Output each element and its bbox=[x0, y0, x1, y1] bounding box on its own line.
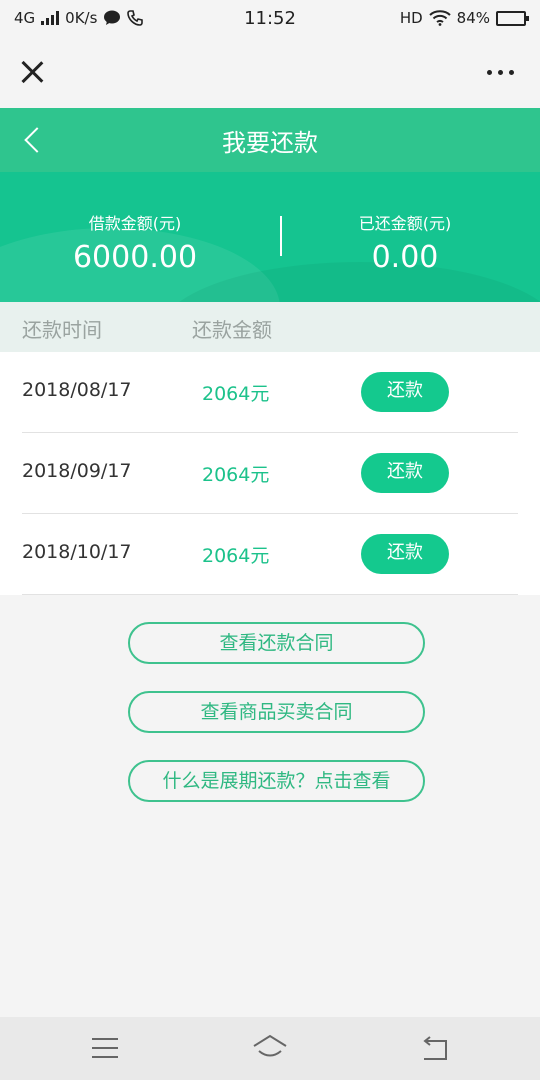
phone-icon bbox=[127, 10, 144, 26]
system-back-icon[interactable] bbox=[420, 1035, 450, 1063]
repayment-date: 2018/08/17 bbox=[22, 379, 132, 401]
repayment-schedule: 2018/08/17 2064元 还款 2018/09/17 2064元 还款 … bbox=[0, 352, 540, 595]
status-left: 4G 0K/s bbox=[14, 9, 144, 27]
row-divider bbox=[22, 594, 518, 595]
close-icon[interactable] bbox=[18, 58, 46, 86]
repay-button[interactable]: 还款 bbox=[361, 372, 449, 412]
system-nav-bar bbox=[0, 1017, 540, 1080]
repayment-date: 2018/09/17 bbox=[22, 460, 132, 482]
battery-icon bbox=[496, 10, 529, 26]
schedule-header: 还款时间 还款金额 bbox=[0, 302, 540, 352]
status-right: HD 84% bbox=[399, 9, 529, 27]
home-icon[interactable] bbox=[252, 1033, 288, 1063]
view-sale-contract-button[interactable]: 查看商品买卖合同 bbox=[128, 691, 425, 733]
repayment-amount: 2064元 bbox=[202, 383, 270, 405]
back-arrow-icon[interactable] bbox=[20, 126, 44, 154]
loan-amount-value: 6000.00 bbox=[72, 240, 198, 275]
loan-amount-label: 借款金额(元) bbox=[88, 214, 182, 233]
repayment-amount: 2064元 bbox=[202, 464, 270, 486]
hd-indicator: HD bbox=[399, 9, 423, 27]
webview-bar bbox=[0, 36, 540, 108]
message-icon bbox=[104, 10, 121, 25]
header-repayment-date: 还款时间 bbox=[22, 318, 102, 342]
menu-icon[interactable] bbox=[92, 1038, 118, 1058]
repaid-amount-label: 已还金额(元) bbox=[358, 214, 452, 233]
more-options-icon[interactable] bbox=[479, 62, 522, 83]
table-row: 2018/08/17 2064元 还款 bbox=[0, 352, 540, 433]
repaid-amount-value: 0.00 bbox=[371, 240, 439, 275]
network-type: 4G bbox=[14, 9, 36, 27]
page-title: 我要还款 bbox=[222, 128, 318, 157]
wifi-icon bbox=[428, 10, 451, 26]
header-repayment-amount: 还款金额 bbox=[192, 318, 272, 342]
table-row: 2018/10/17 2064元 还款 bbox=[0, 514, 540, 595]
repaid-amount-block: 已还金额(元) 0.00 bbox=[270, 210, 540, 275]
nav-bar: 我要还款 bbox=[0, 108, 540, 172]
status-bar: 4G 0K/s 11:52 HD 84% bbox=[0, 0, 540, 36]
loan-summary: 借款金额(元) 6000.00 已还金额(元) 0.00 bbox=[0, 172, 540, 302]
extension-info-button[interactable]: 什么是展期还款？点击查看 bbox=[128, 760, 425, 802]
battery-percent: 84% bbox=[456, 9, 490, 27]
table-row: 2018/09/17 2064元 还款 bbox=[0, 433, 540, 514]
signal-icon bbox=[41, 11, 60, 25]
repayment-amount: 2064元 bbox=[202, 545, 270, 567]
network-speed: 0K/s bbox=[65, 9, 98, 27]
view-repayment-contract-button[interactable]: 查看还款合同 bbox=[128, 622, 425, 664]
loan-amount-block: 借款金额(元) 6000.00 bbox=[0, 210, 270, 275]
repayment-date: 2018/10/17 bbox=[22, 541, 132, 563]
repay-button[interactable]: 还款 bbox=[361, 453, 449, 493]
repay-button[interactable]: 还款 bbox=[361, 534, 449, 574]
